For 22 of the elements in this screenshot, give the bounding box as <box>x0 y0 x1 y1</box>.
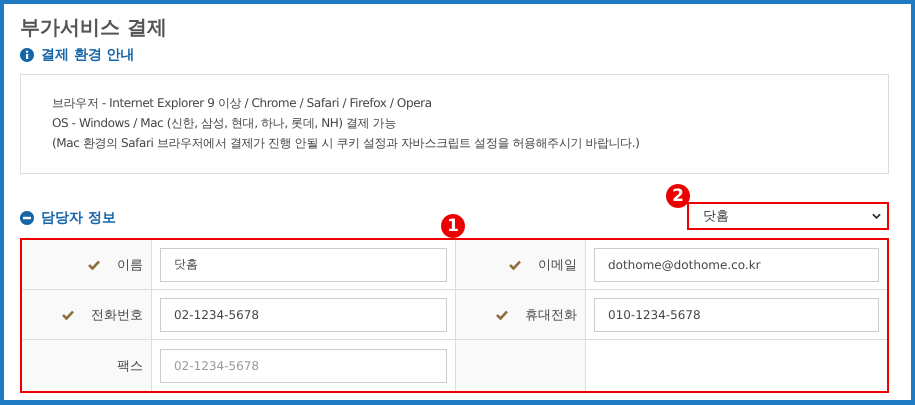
input-field[interactable]: 02-1234-5678 <box>160 298 447 332</box>
input-field[interactable]: 02-1234-5678 <box>160 348 447 382</box>
section-heading: 결제 환경 안내 <box>41 46 135 64</box>
notice-line: OS - Windows / Mac (신한, 삼성, 현대, 하나, 롯데, NH) 결제 가능 <box>52 115 397 132</box>
number-badge: 2 <box>666 184 690 208</box>
section-heading: 담당자 정보 <box>41 209 116 227</box>
info-icon <box>20 48 34 62</box>
field-label: 이메일 <box>538 256 577 274</box>
notice-line: 브라우저 - Internet Explorer 9 이상 / Chrome / Safari / Firefox / Opera <box>52 95 433 112</box>
page-title: 부가서비스 결제 <box>20 14 168 41</box>
caret-icon <box>872 212 881 220</box>
notice-line: (Mac 환경의 Safari 브라우저에서 결제가 진행 안될 시 쿠키 설정과 자바스크립트 설정을 허용해주시기 바랍니다.) <box>52 135 640 152</box>
field-label: 이름 <box>117 256 143 274</box>
input-field[interactable]: 010-1234-5678 <box>594 298 879 332</box>
field-label: 휴대전화 <box>525 306 577 324</box>
contact-select[interactable]: 닷홈 <box>687 202 889 230</box>
number-badge: 1 <box>441 214 465 238</box>
collapse-icon <box>20 211 34 225</box>
input-field[interactable]: 닷홈 <box>160 248 447 282</box>
field-label: 팩스 <box>117 358 143 374</box>
field-label: 전화번호 <box>91 306 143 324</box>
input-field[interactable]: dothome@dothome.co.kr <box>594 248 879 282</box>
